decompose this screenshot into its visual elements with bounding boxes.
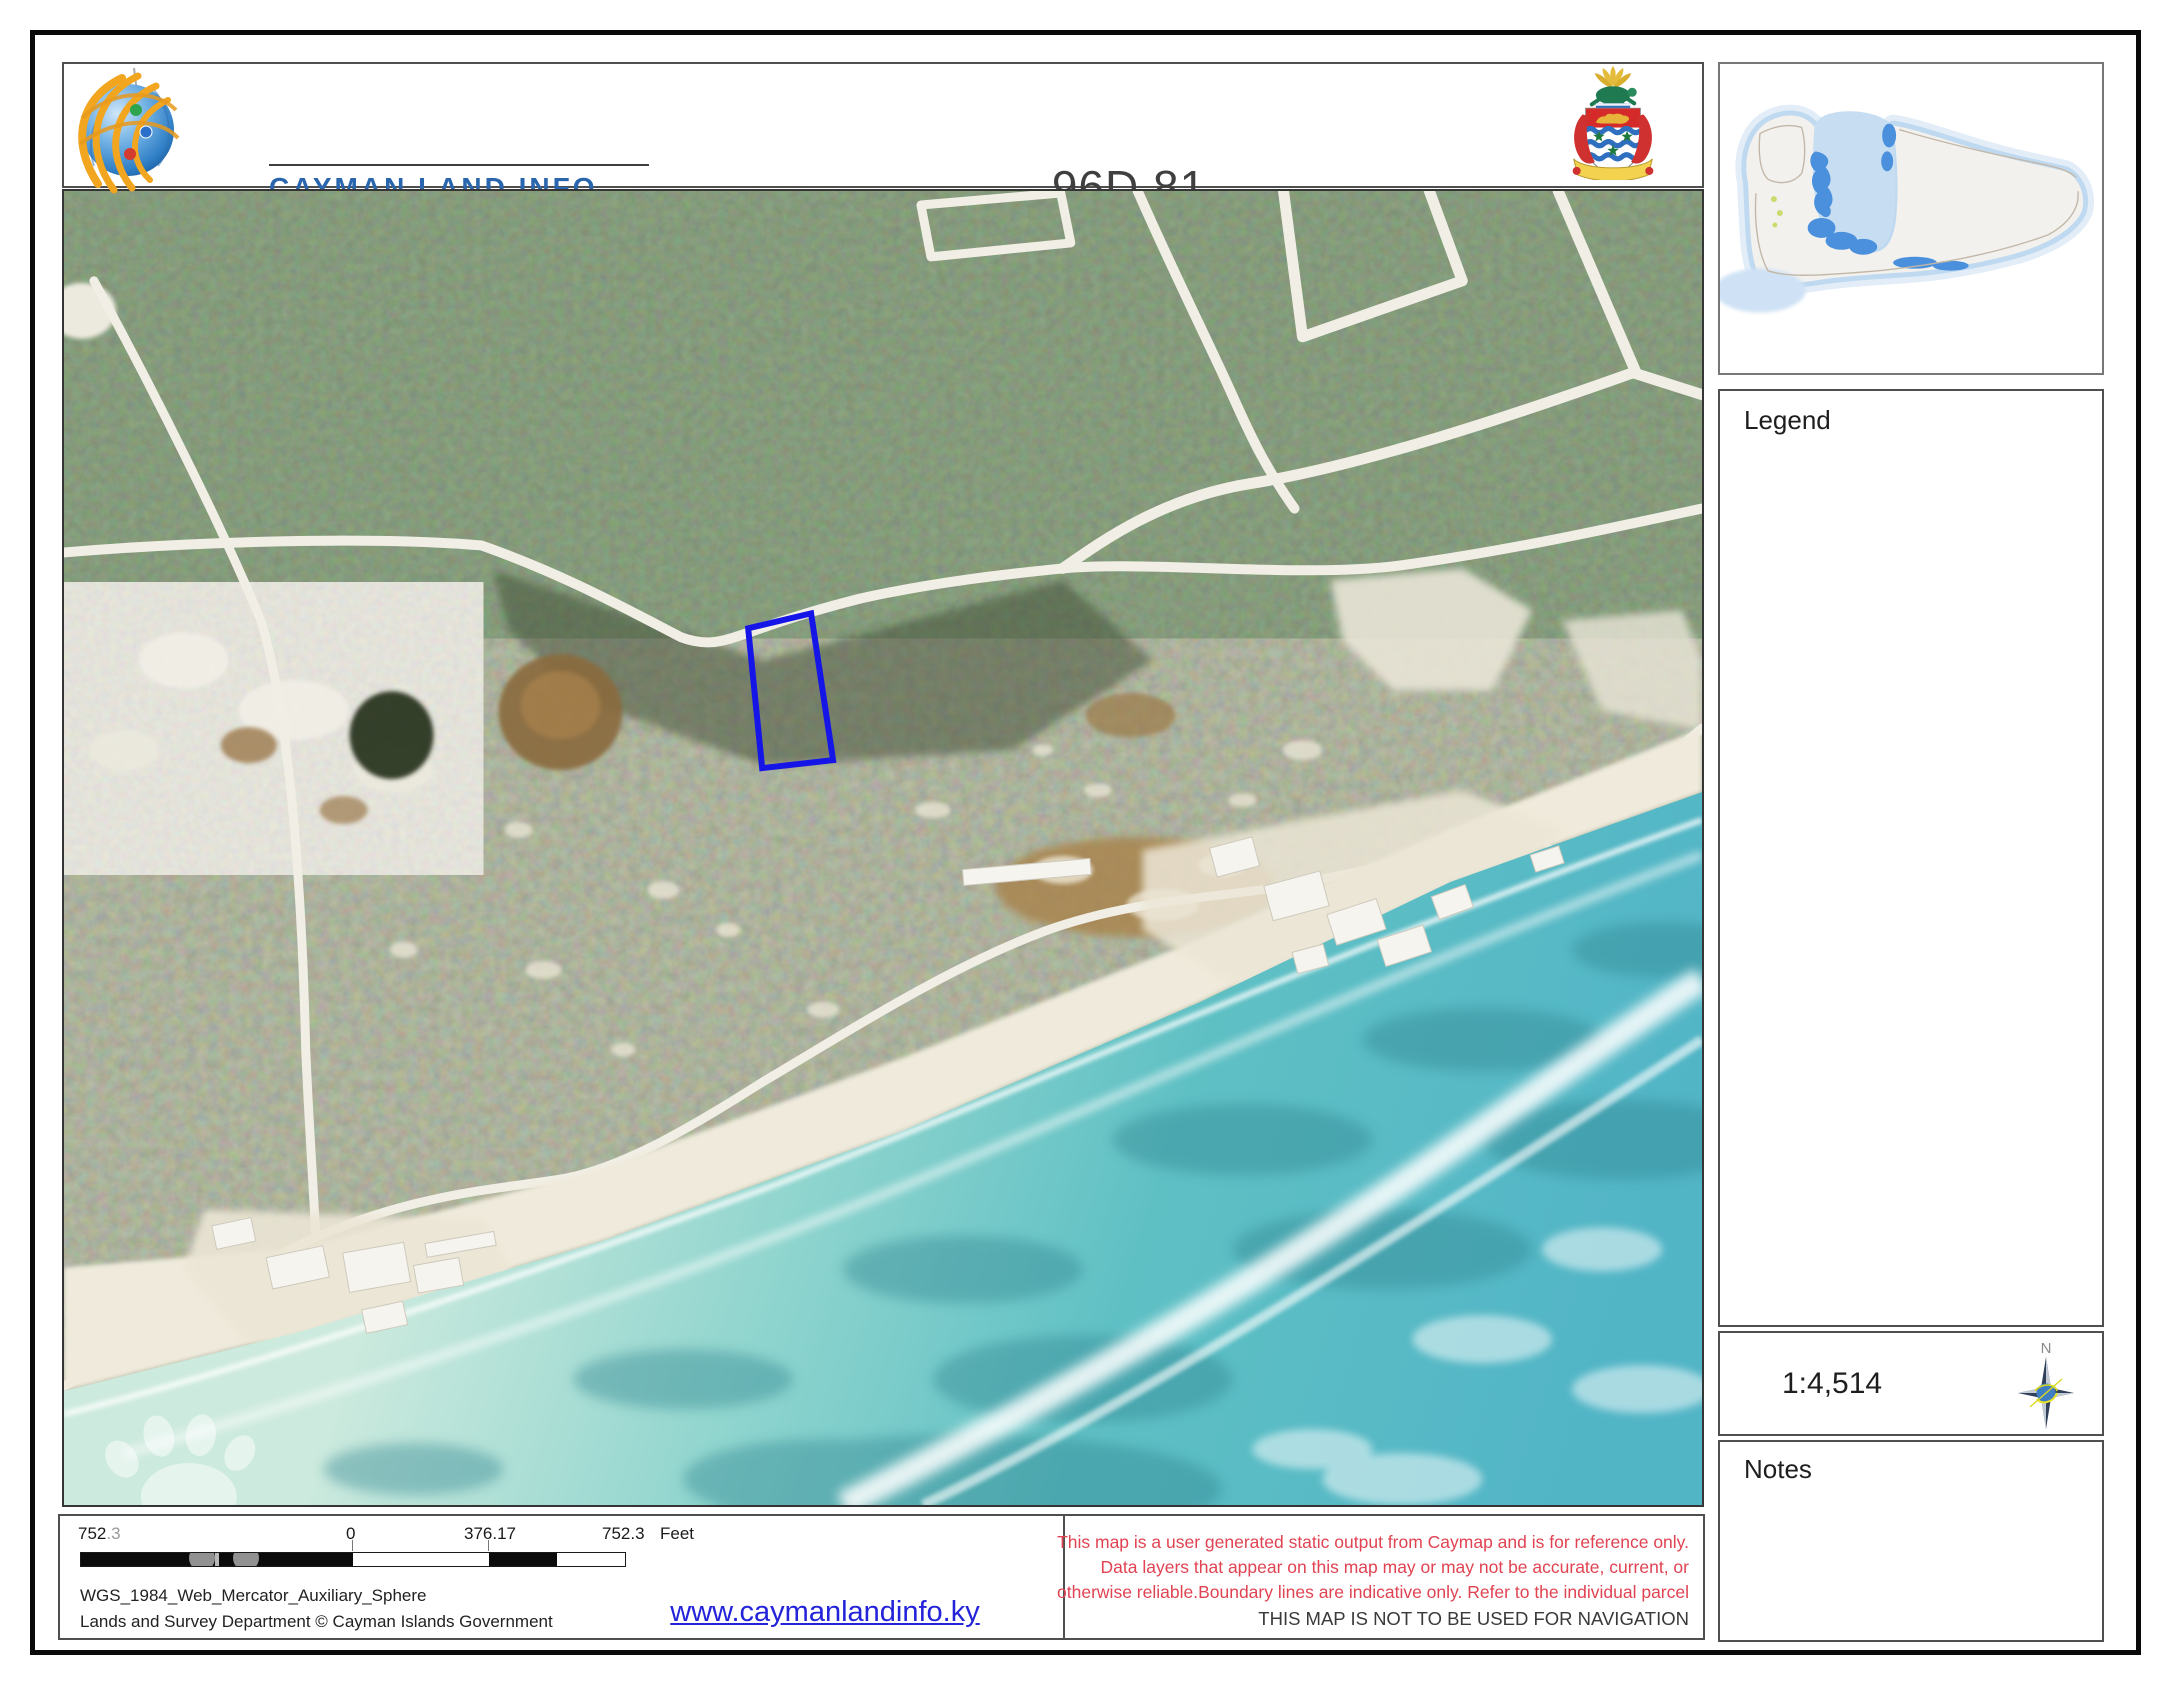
notes-title: Notes bbox=[1744, 1454, 1812, 1485]
cayman-land-info-logo-icon bbox=[68, 66, 192, 194]
copyright-label: Lands and Survey Department © Cayman Isl… bbox=[80, 1612, 553, 1632]
watermark-artifact bbox=[189, 1552, 215, 1567]
mud-patch bbox=[320, 796, 368, 824]
map-viewport bbox=[62, 189, 1704, 1507]
mud-patch bbox=[221, 727, 277, 763]
scalebar-label-right: 752.3 bbox=[602, 1524, 645, 1544]
projection-label: WGS_1984_Web_Mercator_Auxiliary_Sphere bbox=[80, 1586, 426, 1606]
scalebar-unit: Feet bbox=[660, 1524, 694, 1544]
overview-inset-map bbox=[1718, 62, 2104, 375]
scale-panel: 1:4,514 N bbox=[1718, 1331, 2104, 1436]
north-letter: N bbox=[2041, 1340, 2052, 1357]
header: CAYMAN LAND INFO 96D 81 bbox=[62, 62, 1704, 188]
website-link[interactable]: www.caymanlandinfo.ky bbox=[620, 1596, 1030, 1629]
watermark-artifact bbox=[233, 1552, 259, 1567]
legend-panel: Legend bbox=[1718, 389, 2104, 1327]
disclaimer-line-2: Data layers that appear on this map may … bbox=[1101, 1557, 1689, 1578]
disclaimer-line-1: This map is a user generated static outp… bbox=[1057, 1532, 1689, 1553]
footer-left-panel: 752.3 0 376.17 752.3 Feet WGS_1984_Web_M… bbox=[58, 1514, 1065, 1640]
brand-rule bbox=[269, 164, 649, 166]
aerial-photo bbox=[64, 191, 1702, 1505]
scalebar-label-left: 752.3 bbox=[78, 1524, 121, 1544]
scale-bar bbox=[80, 1552, 626, 1567]
compass-star bbox=[2018, 1357, 2074, 1429]
disclaimer-panel: This map is a user generated static outp… bbox=[1063, 1514, 1705, 1640]
cayman-coat-of-arms-icon bbox=[1565, 64, 1661, 180]
compass-rose-icon: N bbox=[2008, 1337, 2084, 1431]
scalebar-label-mid: 376.17 bbox=[464, 1524, 516, 1544]
scalebar-label-zero: 0 bbox=[346, 1524, 355, 1544]
disclaimer-line-3: otherwise reliable.Boundary lines are in… bbox=[1057, 1582, 1689, 1603]
navigation-warning: THIS MAP IS NOT TO BE USED FOR NAVIGATIO… bbox=[1258, 1608, 1689, 1630]
legend-title: Legend bbox=[1744, 405, 1831, 436]
map-export-page: CAYMAN LAND INFO 96D 81 bbox=[0, 0, 2168, 1700]
dark-pond bbox=[350, 691, 434, 779]
pineapple-crest bbox=[1595, 66, 1631, 87]
scale-ratio: 1:4,514 bbox=[1782, 1367, 1882, 1401]
notes-panel: Notes bbox=[1718, 1440, 2104, 1642]
brown-pond-small bbox=[1086, 693, 1176, 737]
